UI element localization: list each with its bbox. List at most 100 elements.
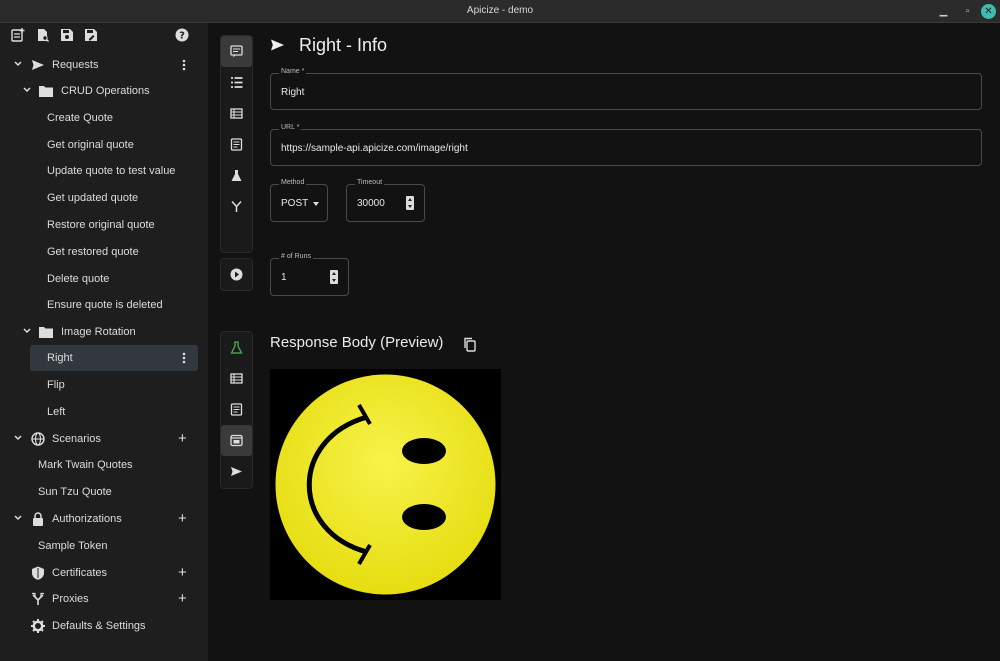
save-as-icon[interactable] (84, 28, 98, 42)
runs-field[interactable]: # of Runs 1 (270, 253, 349, 296)
group-label: CRUD Operations (61, 85, 150, 97)
stepper-icon[interactable] (406, 196, 414, 210)
add-proxy-icon[interactable]: + (178, 591, 187, 606)
scenario-item[interactable]: Mark Twain Quotes (0, 452, 208, 478)
info-icon (230, 45, 243, 58)
tree-settings[interactable]: Defaults & Settings (0, 613, 208, 639)
open-file-icon[interactable] (36, 28, 50, 42)
document-icon (230, 403, 243, 416)
tab-response-headers[interactable] (221, 363, 252, 394)
proxies-label: Proxies (52, 593, 89, 605)
tree-scenarios[interactable]: Scenarios + (0, 426, 208, 452)
table-icon (230, 373, 243, 384)
response-image-preview (270, 369, 501, 600)
tab-headers[interactable] (221, 98, 252, 129)
timeout-field[interactable]: Timeout 30000 (346, 179, 425, 222)
tab-query-string[interactable] (221, 67, 252, 98)
tree-certificates[interactable]: Certificates + (0, 560, 208, 586)
group-label: Image Rotation (61, 326, 136, 338)
play-icon (230, 268, 243, 281)
request-label: Get updated quote (47, 192, 139, 204)
request-item[interactable]: Left (0, 399, 208, 425)
request-item[interactable]: Update quote to test value (0, 158, 208, 184)
close-button[interactable]: ✕ (981, 4, 996, 19)
request-label: Ensure quote is deleted (47, 299, 163, 311)
authorizations-label: Authorizations (52, 513, 122, 525)
url-field-label: URL * (279, 124, 302, 131)
tree-requests[interactable]: Requests (0, 52, 208, 78)
globe-icon (31, 432, 45, 446)
chevron-down-icon[interactable] (13, 513, 23, 523)
add-certificate-icon[interactable]: + (178, 565, 187, 580)
request-label: Flip (47, 379, 65, 391)
fork-icon (231, 200, 242, 212)
lock-icon (33, 512, 43, 526)
add-authorization-icon[interactable]: + (178, 511, 187, 526)
tab-info[interactable] (221, 36, 252, 67)
scenario-label: Sun Tzu Quote (38, 486, 112, 498)
request-label: Get restored quote (47, 246, 139, 258)
minimize-button[interactable]: ▁ (936, 4, 951, 19)
chevron-down-icon[interactable] (22, 326, 32, 336)
method-value: POST (281, 198, 309, 209)
tree-group-image-rotation[interactable]: Image Rotation (0, 319, 208, 345)
request-item[interactable]: Get updated quote (0, 185, 208, 211)
tree-group-crud[interactable]: CRUD Operations (0, 78, 208, 104)
name-field[interactable]: Name * Right (270, 68, 982, 110)
name-field-label: Name * (279, 68, 307, 75)
request-item[interactable]: Ensure quote is deleted (0, 292, 208, 318)
method-select[interactable]: Method POST (270, 179, 328, 222)
request-item[interactable]: Flip (0, 372, 208, 398)
settings-label: Defaults & Settings (52, 620, 146, 632)
chevron-down-icon[interactable] (13, 59, 23, 69)
request-item[interactable]: Get restored quote (0, 239, 208, 265)
more-options-icon[interactable] (182, 59, 186, 71)
request-item-selected[interactable]: Right (30, 345, 198, 371)
document-icon (230, 138, 243, 151)
request-label: Get original quote (47, 139, 134, 151)
request-item[interactable]: Create Quote (0, 105, 208, 131)
chevron-down-icon[interactable] (22, 85, 32, 95)
tree-proxies[interactable]: Proxies + (0, 586, 208, 612)
request-item[interactable]: Restore original quote (0, 212, 208, 238)
maximize-button[interactable]: ▫ (960, 4, 975, 19)
tree-authorizations[interactable]: Authorizations + (0, 506, 208, 532)
tab-parameters[interactable] (221, 191, 252, 222)
save-icon[interactable] (60, 28, 74, 42)
chevron-down-icon (313, 202, 319, 206)
url-field[interactable]: URL * https://sample-api.apicize.com/ima… (270, 124, 982, 166)
authorization-item[interactable]: Sample Token (0, 533, 208, 559)
tab-body[interactable] (221, 129, 252, 160)
tab-request-sent[interactable] (221, 456, 252, 487)
more-options-icon[interactable] (182, 352, 186, 364)
table-icon (230, 108, 243, 119)
list-icon (231, 77, 243, 88)
run-button[interactable] (221, 259, 252, 290)
preview-icon (230, 434, 243, 447)
proxy-icon (32, 592, 44, 605)
page-title: Right - Info (299, 35, 388, 55)
tab-response-body[interactable] (221, 394, 252, 425)
name-field-value: Right (281, 87, 305, 98)
timeout-label: Timeout (355, 179, 385, 186)
add-scenario-icon[interactable]: + (178, 431, 187, 446)
scenario-item[interactable]: Sun Tzu Quote (0, 479, 208, 505)
flask-icon (230, 341, 243, 354)
response-section-rail (220, 331, 253, 489)
tab-test-results[interactable] (221, 332, 252, 363)
send-icon (231, 467, 242, 476)
copy-icon[interactable] (463, 337, 476, 352)
method-label: Method (279, 179, 307, 186)
request-item[interactable]: Get original quote (0, 132, 208, 158)
certificates-label: Certificates (52, 567, 108, 579)
scenario-label: Mark Twain Quotes (38, 459, 133, 471)
tab-response-preview[interactable] (221, 425, 252, 456)
tab-test[interactable] (221, 160, 252, 191)
send-icon (32, 60, 44, 70)
request-item[interactable]: Delete quote (0, 266, 208, 292)
chevron-down-icon[interactable] (13, 433, 23, 443)
new-workbook-icon[interactable] (11, 28, 25, 42)
request-section-rail (220, 35, 253, 253)
help-icon[interactable]: ? (175, 28, 189, 42)
stepper-icon[interactable] (330, 270, 338, 284)
